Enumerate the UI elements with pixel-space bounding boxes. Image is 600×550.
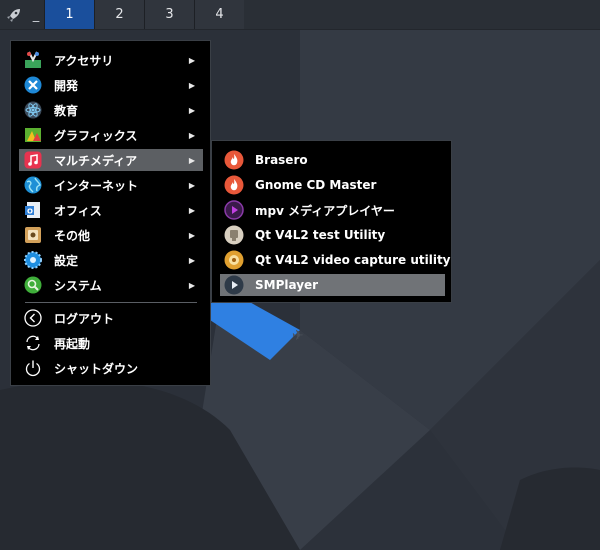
menu-item-internet[interactable]: インターネット ▶ [19,174,203,196]
logout-icon [23,308,43,328]
submenu-arrow-icon: ▶ [188,105,196,115]
submenu-arrow-icon: ▶ [188,280,196,290]
menu-item-development[interactable]: 開発 ▶ [19,74,203,96]
submenu-item-qv4l2[interactable]: Qt V4L2 test Utility [220,224,445,246]
submenu-arrow-icon: ▶ [188,155,196,165]
submenu-item-qvidcap[interactable]: Qt V4L2 video capture utility [220,249,451,271]
system-icon [23,275,43,295]
graphics-icon [23,125,43,145]
other-icon [23,225,43,245]
development-icon [23,75,43,95]
settings-icon [23,250,43,270]
menu-item-reboot[interactable]: 再起動 [19,332,203,354]
menu-separator [25,302,197,303]
submenu-item-mpv[interactable]: mpv メディアプレイヤー [220,199,445,221]
accessories-icon [23,50,43,70]
smplayer-icon [224,275,244,295]
workspace-4-button[interactable]: 4 [194,0,244,29]
submenu-arrow-icon: ▶ [188,80,196,90]
application-menu: アクセサリ ▶ 開発 ▶ 教育 ▶ グラフィックス ▶ マルチメディア ▶ イン [10,40,211,386]
brasero-icon [224,150,244,170]
qvidcap-icon [224,250,244,270]
svg-text:✈: ✈ [292,328,304,344]
menu-item-shutdown[interactable]: シャットダウン [19,357,203,379]
menu-item-education[interactable]: 教育 ▶ [19,99,203,121]
submenu-item-gnome-cd-master[interactable]: Gnome CD Master [220,174,445,196]
svg-text:O: O [27,208,33,216]
qv4l2-icon [224,225,244,245]
education-icon [23,100,43,120]
menu-item-multimedia[interactable]: マルチメディア ▶ [19,149,203,171]
multimedia-icon [23,150,43,170]
rocket-icon [7,8,20,22]
submenu-item-smplayer[interactable]: SMPlayer [220,274,445,296]
mpv-icon [224,200,244,220]
workspace-1-button[interactable]: 1 [44,0,94,29]
multimedia-submenu: Brasero Gnome CD Master mpv メディアプレイヤー Qt… [211,140,452,303]
submenu-arrow-icon: ▶ [188,55,196,65]
gnome-cd-master-icon [224,175,244,195]
taskbar-dash: _ [32,8,40,23]
submenu-arrow-icon: ▶ [188,230,196,240]
workspace-3-button[interactable]: 3 [144,0,194,29]
menu-item-accessories[interactable]: アクセサリ ▶ [19,49,203,71]
internet-icon [23,175,43,195]
office-icon: O [23,200,43,220]
launcher-button[interactable] [0,0,28,29]
menu-item-other[interactable]: その他 ▶ [19,224,203,246]
menu-item-system[interactable]: システム ▶ [19,274,203,296]
menu-item-office[interactable]: O オフィス ▶ [19,199,203,221]
menu-item-graphics[interactable]: グラフィックス ▶ [19,124,203,146]
submenu-arrow-icon: ▶ [188,130,196,140]
submenu-arrow-icon: ▶ [188,180,196,190]
submenu-arrow-icon: ▶ [188,205,196,215]
workspace-2-button[interactable]: 2 [94,0,144,29]
reboot-icon [23,333,43,353]
shutdown-icon [23,358,43,378]
taskbar: _ 1 2 3 4 [0,0,600,30]
menu-item-settings[interactable]: 設定 ▶ [19,249,203,271]
submenu-arrow-icon: ▶ [188,255,196,265]
menu-item-logout[interactable]: ログアウト [19,307,203,329]
submenu-item-brasero[interactable]: Brasero [220,149,445,171]
